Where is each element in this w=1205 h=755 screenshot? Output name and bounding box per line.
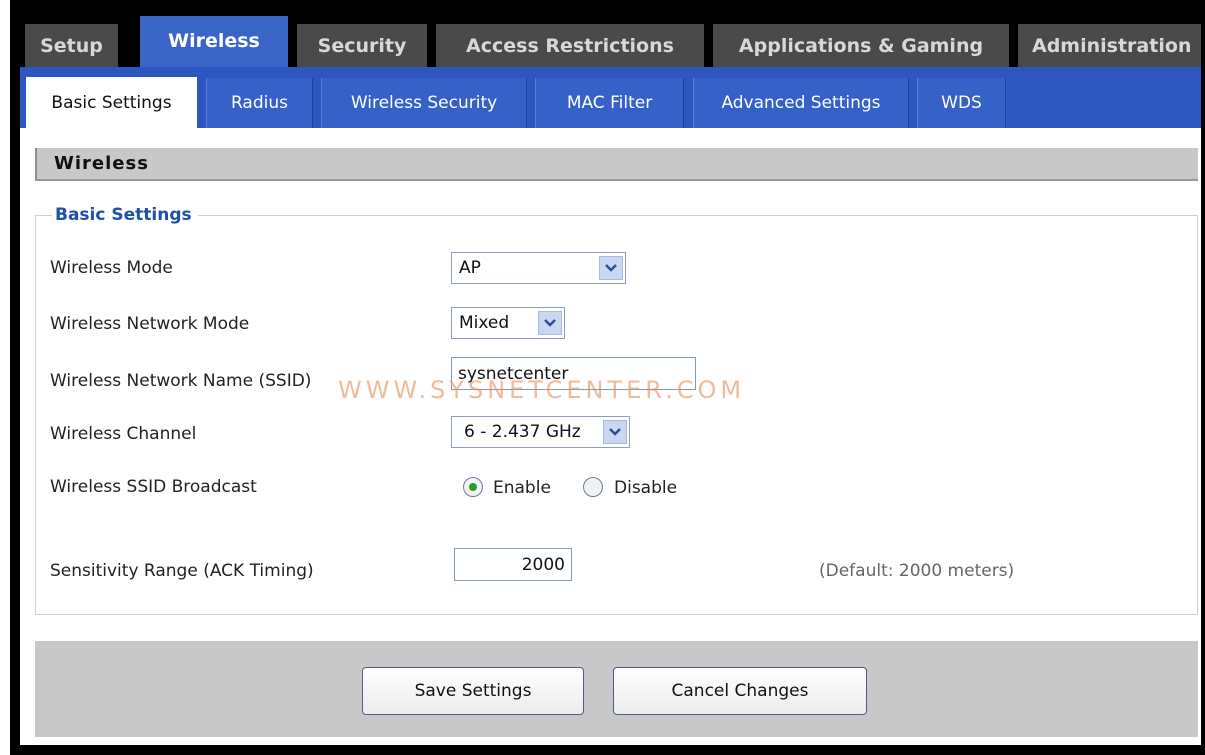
network-mode-value: Mixed xyxy=(459,313,510,333)
channel-value: 6 - 2.437 GHz xyxy=(464,422,581,442)
radio-selected-dot xyxy=(469,483,477,491)
enable-label[interactable]: Enable xyxy=(493,478,551,498)
chevron-down-icon xyxy=(599,256,623,280)
subtab-mac-filter[interactable]: MAC Filter xyxy=(535,78,684,128)
fieldset-legend: Basic Settings xyxy=(52,205,198,225)
ssid-broadcast-enable-radio[interactable] xyxy=(463,477,483,497)
tab-wireless[interactable]: Wireless xyxy=(140,16,288,72)
ssid-broadcast-label: Wireless SSID Broadcast xyxy=(50,477,257,497)
section-title: Wireless xyxy=(35,148,1198,181)
subtab-basic-settings[interactable]: Basic Settings xyxy=(26,77,197,129)
ssid-input[interactable]: sysnetcenter xyxy=(451,357,696,390)
wireless-mode-label: Wireless Mode xyxy=(50,258,173,278)
network-mode-label: Wireless Network Mode xyxy=(50,314,250,334)
tab-administration[interactable]: Administration xyxy=(1018,24,1205,68)
chevron-down-icon xyxy=(538,311,562,335)
frame-right-edge xyxy=(1201,0,1205,755)
subtab-wds[interactable]: WDS xyxy=(917,78,1006,128)
top-nav: Setup Wireless Security Access Restricti… xyxy=(10,10,1205,72)
tab-access-restrictions[interactable]: Access Restrictions xyxy=(436,24,704,68)
cancel-changes-button[interactable]: Cancel Changes xyxy=(613,667,867,715)
sensitivity-input[interactable]: 2000 xyxy=(454,548,572,581)
chevron-down-icon xyxy=(603,420,627,444)
channel-select[interactable]: 6 - 2.437 GHz xyxy=(451,416,630,448)
save-settings-button[interactable]: Save Settings xyxy=(362,667,584,715)
sensitivity-default-hint: (Default: 2000 meters) xyxy=(819,561,1015,581)
channel-label: Wireless Channel xyxy=(50,424,197,444)
button-bar: Save Settings Cancel Changes xyxy=(35,641,1198,737)
tab-setup[interactable]: Setup xyxy=(25,24,118,68)
subtab-advanced-settings[interactable]: Advanced Settings xyxy=(693,78,909,128)
tab-applications-gaming[interactable]: Applications & Gaming xyxy=(713,24,1009,68)
subtab-radius[interactable]: Radius xyxy=(206,78,313,128)
sub-nav: Basic Settings Radius Wireless Security … xyxy=(20,67,1201,129)
wireless-mode-select[interactable]: AP xyxy=(451,252,626,284)
main-content: Wireless Basic Settings Wireless Mode AP… xyxy=(20,128,1201,745)
frame-bottom-edge xyxy=(10,745,1205,755)
ssid-broadcast-disable-radio[interactable] xyxy=(583,477,603,497)
sensitivity-label: Sensitivity Range (ACK Timing) xyxy=(50,561,314,581)
wireless-mode-value: AP xyxy=(459,258,481,278)
subtab-wireless-security[interactable]: Wireless Security xyxy=(321,78,527,128)
disable-label[interactable]: Disable xyxy=(614,478,677,498)
tab-security[interactable]: Security xyxy=(297,24,427,68)
network-mode-select[interactable]: Mixed xyxy=(451,307,565,339)
ssid-label: Wireless Network Name (SSID) xyxy=(50,371,312,391)
